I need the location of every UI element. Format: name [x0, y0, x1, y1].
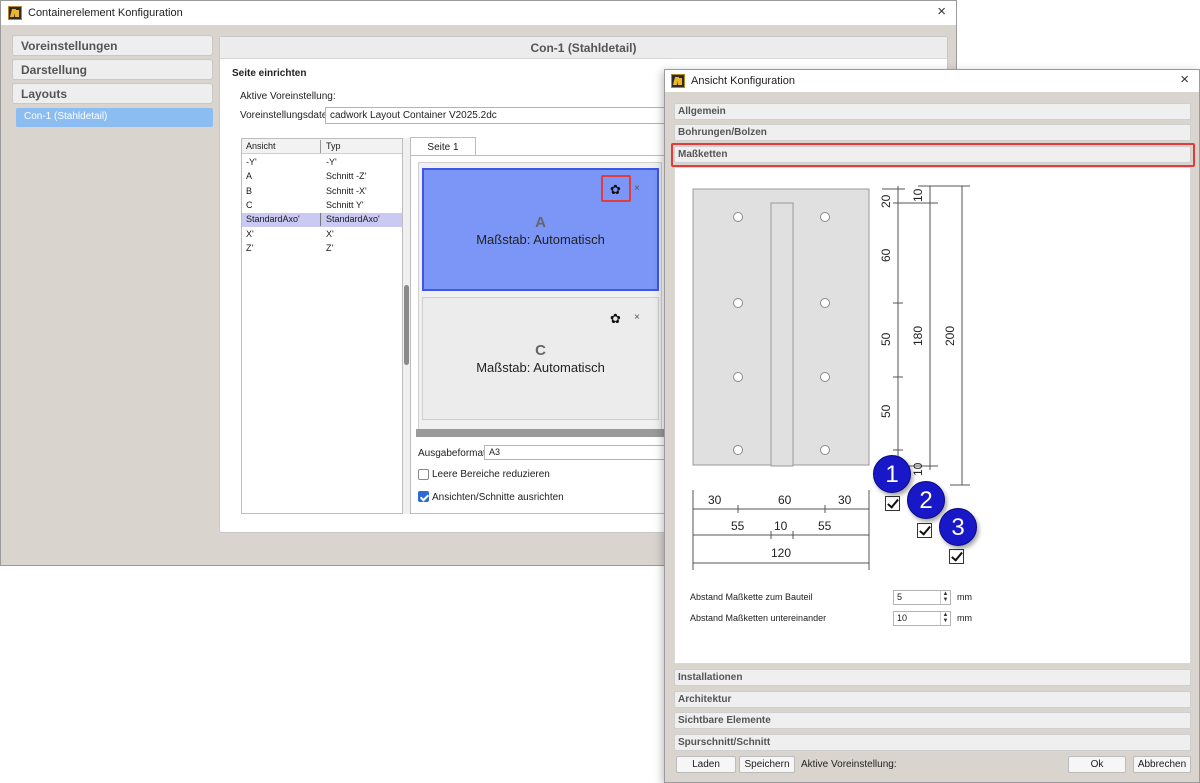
hole [733, 445, 743, 455]
dim-label: 180 [911, 326, 925, 346]
dim-label: 60 [778, 493, 792, 507]
distance-chains-spinner[interactable]: 10 ▲ ▼ [893, 611, 951, 626]
callout-badge-2: 2 [907, 481, 945, 519]
dim-label: 55 [818, 519, 832, 533]
dim-label: 50 [879, 332, 893, 346]
distance-part-label: Abstand Maßkette zum Bauteil [690, 592, 813, 602]
hole [733, 212, 743, 222]
dim-chain-2-checkbox[interactable] [917, 523, 932, 538]
unit-label: mm [957, 613, 972, 623]
dim-chain-3-checkbox[interactable] [949, 549, 964, 564]
dim-label: 10 [911, 188, 925, 202]
callout-badge-3: 3 [939, 508, 977, 546]
distance-part-value: 5 [897, 592, 903, 602]
dim-label: 200 [943, 326, 957, 346]
dim-label: 20 [879, 194, 893, 208]
spinner-arrows-icon[interactable]: ▲ ▼ [940, 612, 950, 625]
dim-label: 55 [731, 519, 745, 533]
distance-part-spinner[interactable]: 5 ▲ ▼ [893, 590, 951, 605]
hole [820, 372, 830, 382]
hole [820, 212, 830, 222]
dim-chain-1-checkbox[interactable] [885, 496, 900, 511]
slot-outline [770, 202, 794, 467]
dim-label: 30 [838, 493, 852, 507]
dim-label: 10 [774, 519, 788, 533]
distance-chains-label: Abstand Maßketten untereinander [690, 613, 827, 623]
hole [820, 445, 830, 455]
dim-label: 50 [879, 404, 893, 418]
dim-label: 120 [771, 546, 791, 560]
unit-label: mm [957, 592, 972, 602]
hole [820, 298, 830, 308]
dimension-drawing: 20 60 50 50 10 10 180 200 30 60 30 55 10… [692, 185, 970, 570]
dim-label: 10 [911, 462, 925, 476]
spinner-arrows-icon[interactable]: ▲ ▼ [940, 591, 950, 604]
steel-plate [692, 188, 870, 467]
dim-label: 60 [879, 248, 893, 262]
hole [733, 298, 743, 308]
callout-badge-1: 1 [873, 455, 911, 493]
hole [733, 372, 743, 382]
distance-chains-value: 10 [897, 613, 908, 623]
dim-label: 30 [708, 493, 722, 507]
